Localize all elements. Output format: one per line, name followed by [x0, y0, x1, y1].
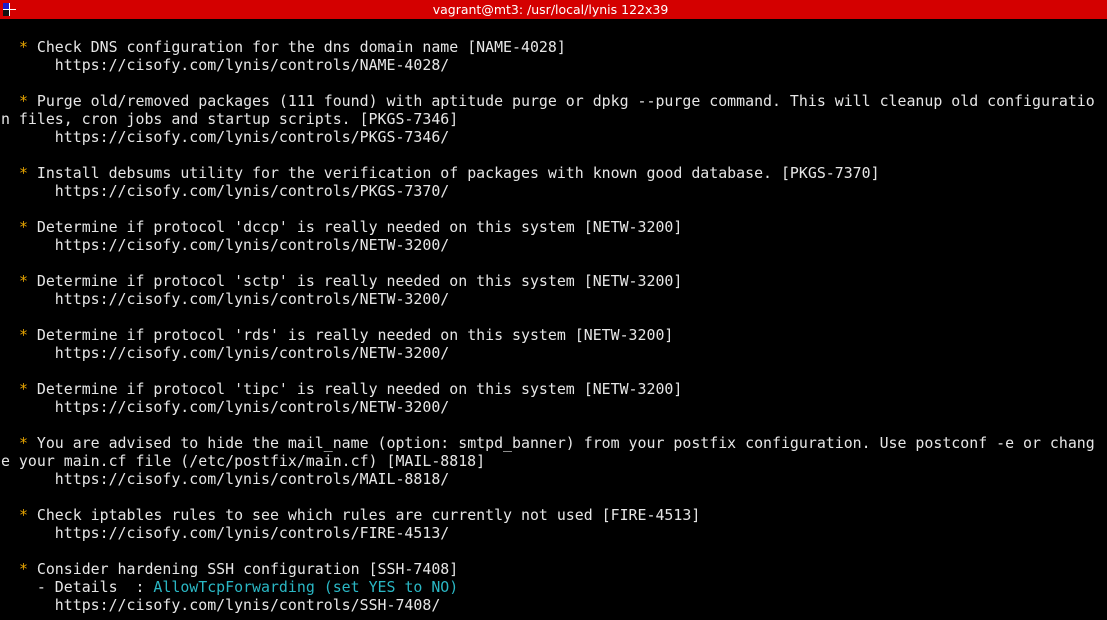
bullet-star: * [18, 326, 28, 344]
suggestion-text: n files, cron jobs and startup scripts. … [1, 110, 459, 128]
control-link[interactable]: https://cisofy.com/lynis/controls/PKGS-7… [55, 128, 449, 146]
control-link[interactable]: https://cisofy.com/lynis/controls/SSH-74… [55, 596, 441, 614]
suggestion-text: You are advised to hide the mail_name (o… [36, 434, 1095, 452]
details-label: - Details : [36, 578, 154, 596]
control-url: https://cisofy.com/lynis/controls/PKGS-7… [1, 182, 1107, 200]
bullet-star: * [18, 92, 28, 110]
bullet-star: * [18, 380, 28, 398]
control-link[interactable]: https://cisofy.com/lynis/controls/MAIL-8… [55, 470, 449, 488]
suggestion-text: Purge old/removed packages (111 found) w… [36, 92, 1095, 110]
control-url: https://cisofy.com/lynis/controls/MAIL-8… [1, 470, 1107, 488]
window-title: vagrant@mt3: /usr/local/lynis 122x39 [432, 2, 669, 17]
control-link[interactable]: https://cisofy.com/lynis/controls/NETW-3… [55, 290, 449, 308]
bullet-star: * [18, 38, 28, 56]
suggestion-text: Install debsums utility for the verifica… [36, 164, 880, 182]
suggestion-details: - Details : AllowTcpForwarding (set YES … [1, 578, 1107, 596]
control-link[interactable]: https://cisofy.com/lynis/controls/NAME-4… [55, 56, 449, 74]
suggestion-text: Determine if protocol 'tipc' is really n… [36, 380, 683, 398]
control-url: https://cisofy.com/lynis/controls/NETW-3… [1, 290, 1107, 308]
suggestion-line: * Check iptables rules to see which rule… [1, 506, 1107, 524]
control-link[interactable]: https://cisofy.com/lynis/controls/NETW-3… [55, 398, 449, 416]
suggestion-line: * Determine if protocol 'sctp' is really… [1, 272, 1107, 290]
suggestion-line: * You are advised to hide the mail_name … [1, 434, 1107, 452]
suggestion-line-wrap: n files, cron jobs and startup scripts. … [1, 110, 1107, 128]
control-link[interactable]: https://cisofy.com/lynis/controls/NETW-3… [55, 344, 449, 362]
bullet-star: * [18, 218, 28, 236]
terminal-window: vagrant@mt3: /usr/local/lynis 122x39 * C… [0, 0, 1107, 620]
bullet-star: * [18, 272, 28, 290]
control-link[interactable]: https://cisofy.com/lynis/controls/FIRE-4… [55, 524, 449, 542]
terminal-output[interactable]: * Check DNS configuration for the dns do… [1, 38, 1107, 614]
suggestion-line: * Determine if protocol 'rds' is really … [1, 326, 1107, 344]
control-url: https://cisofy.com/lynis/controls/SSH-74… [1, 596, 1107, 614]
bullet-star: * [18, 560, 28, 578]
suggestion-line-wrap: e your main.cf file (/etc/postfix/main.c… [1, 452, 1107, 470]
suggestion-line: * Install debsums utility for the verifi… [1, 164, 1107, 182]
control-link[interactable]: https://cisofy.com/lynis/controls/PKGS-7… [55, 182, 449, 200]
control-url: https://cisofy.com/lynis/controls/NETW-3… [1, 344, 1107, 362]
terminal-app-icon[interactable] [3, 3, 16, 16]
suggestion-text: Check iptables rules to see which rules … [36, 506, 701, 524]
suggestion-text: e your main.cf file (/etc/postfix/main.c… [1, 452, 486, 470]
suggestion-text: Consider hardening SSH configuration [SS… [36, 560, 459, 578]
suggestion-text: Determine if protocol 'rds' is really ne… [36, 326, 674, 344]
suggestion-line: * Check DNS configuration for the dns do… [1, 38, 1107, 56]
suggestion-line: * Determine if protocol 'dccp' is really… [1, 218, 1107, 236]
bullet-star: * [18, 164, 28, 182]
bullet-star: * [18, 434, 28, 452]
control-link[interactable]: https://cisofy.com/lynis/controls/NETW-3… [55, 236, 449, 254]
bullet-star: * [18, 506, 28, 524]
title-bar[interactable]: vagrant@mt3: /usr/local/lynis 122x39 [0, 0, 1107, 19]
suggestion-line: * Consider hardening SSH configuration [… [1, 560, 1107, 578]
control-url: https://cisofy.com/lynis/controls/NAME-4… [1, 56, 1107, 74]
suggestion-text: Determine if protocol 'sctp' is really n… [36, 272, 683, 290]
control-url: https://cisofy.com/lynis/controls/PKGS-7… [1, 128, 1107, 146]
suggestion-line: * Purge old/removed packages (111 found)… [1, 92, 1107, 110]
suggestion-line: * Determine if protocol 'tipc' is really… [1, 380, 1107, 398]
details-value: AllowTcpForwarding (set YES to NO) [153, 578, 459, 596]
control-url: https://cisofy.com/lynis/controls/FIRE-4… [1, 524, 1107, 542]
control-url: https://cisofy.com/lynis/controls/NETW-3… [1, 398, 1107, 416]
suggestion-text: Determine if protocol 'dccp' is really n… [36, 218, 683, 236]
suggestion-text: Check DNS configuration for the dns doma… [36, 38, 566, 56]
control-url: https://cisofy.com/lynis/controls/NETW-3… [1, 236, 1107, 254]
